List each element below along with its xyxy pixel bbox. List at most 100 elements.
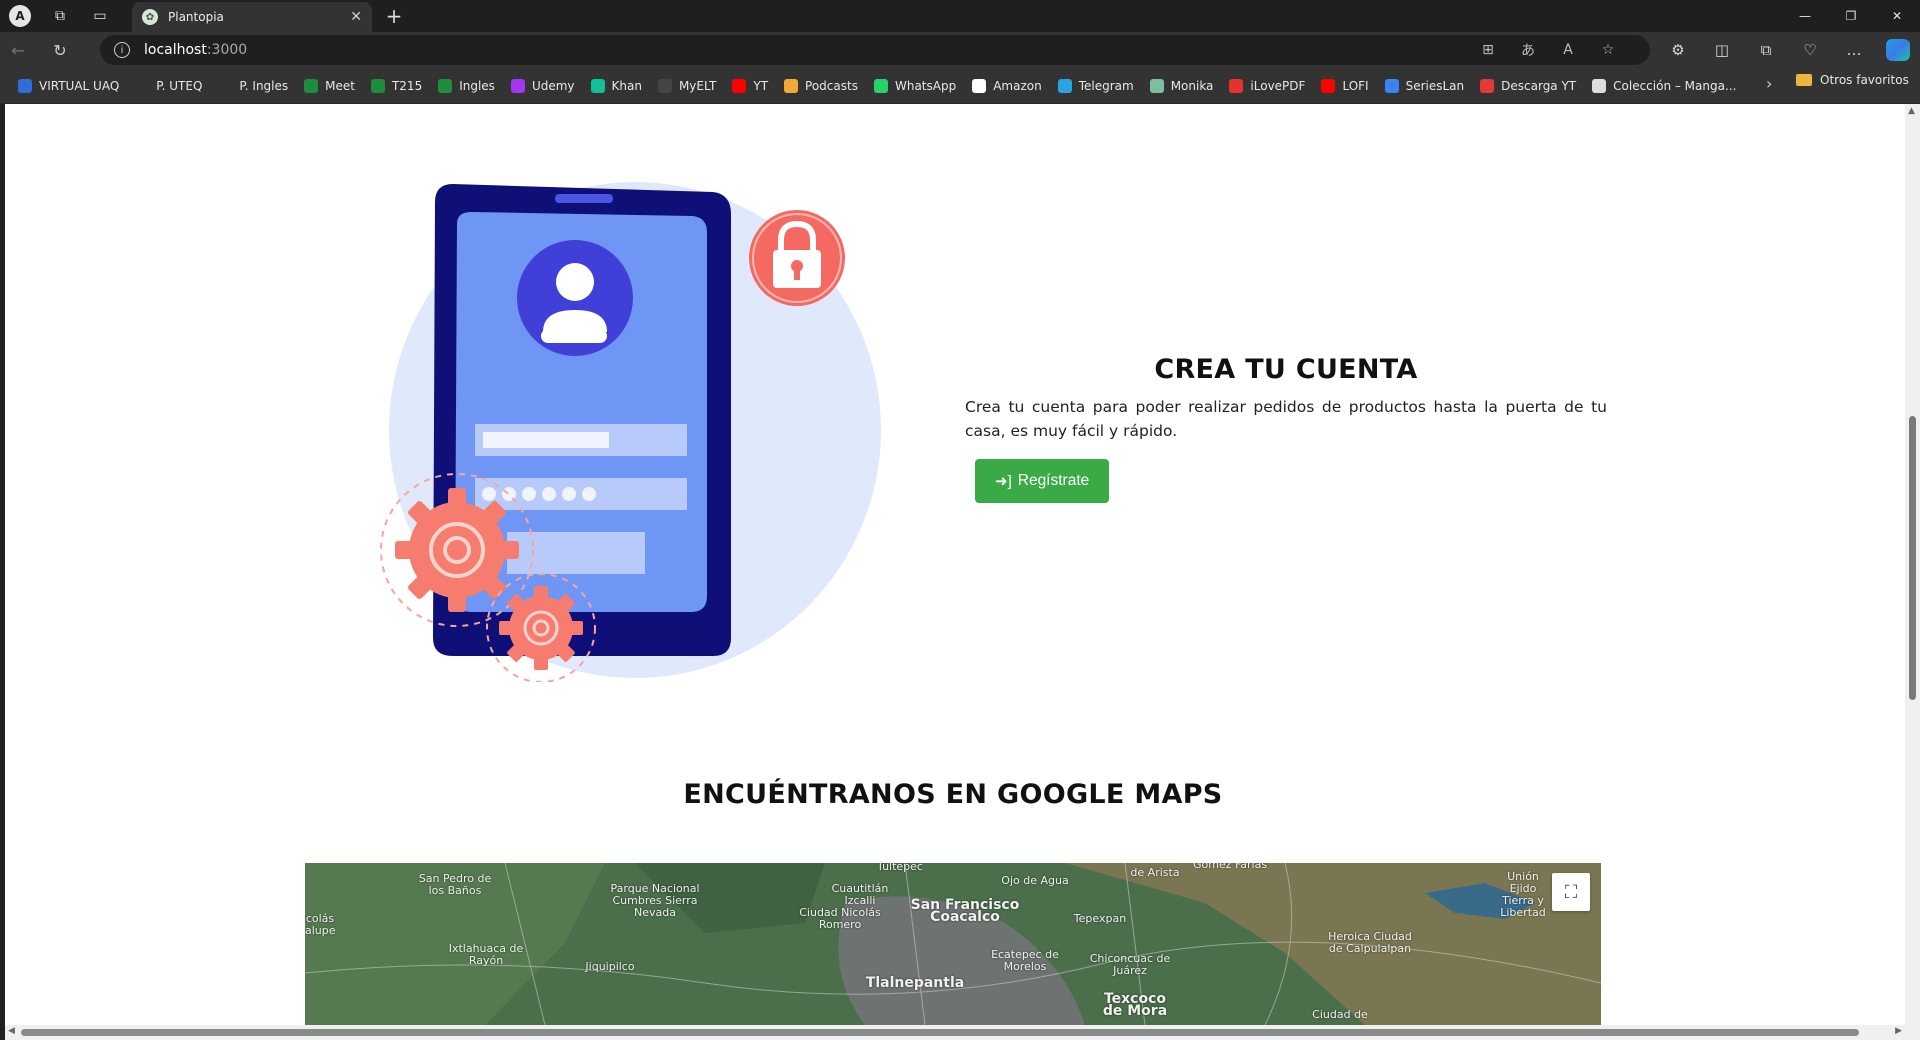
register-button-label: Regístrate: [1017, 472, 1090, 489]
refresh-button[interactable]: ↻: [42, 34, 78, 66]
bookmark-item[interactable]: Podcasts: [776, 73, 866, 99]
bookmark-item[interactable]: Ingles: [430, 73, 503, 99]
map-label: colás alupe: [305, 912, 336, 937]
bookmark-item[interactable]: Khan: [583, 73, 650, 99]
tab-active[interactable]: ✿ Plantopia ✕: [132, 2, 372, 32]
bookmark-label: Monika: [1170, 78, 1214, 93]
bookmark-item[interactable]: MyELT: [650, 73, 724, 99]
google-map-embed[interactable]: San Pedro de los Baños Parque Nacional C…: [305, 863, 1601, 1025]
more-menu-icon[interactable]: …: [1832, 41, 1876, 59]
workspaces-icon[interactable]: ⧉: [40, 0, 80, 32]
map-label: Tultepec: [877, 863, 923, 873]
bookmark-label: YT: [753, 78, 769, 93]
classroom-icon: [370, 78, 385, 93]
profile-button[interactable]: A: [0, 0, 40, 32]
khan-icon: [590, 78, 605, 93]
bookmark-item[interactable]: P. Ingles: [210, 73, 296, 99]
vertical-scroll-thumb[interactable]: [1909, 416, 1916, 700]
page-icon: [218, 78, 233, 93]
bookmark-label: Telegram: [1078, 78, 1134, 93]
bookmark-item[interactable]: Meet: [296, 73, 363, 99]
apps-icon[interactable]: ⊞: [1468, 42, 1508, 58]
bookmark-label: Udemy: [531, 78, 575, 93]
udemy-icon: [510, 78, 525, 93]
bookmark-item[interactable]: LOFI: [1313, 73, 1376, 99]
classroom-icon: [438, 78, 453, 93]
map-label: Heroica Ciudad de Calpulalpan: [1328, 930, 1412, 955]
create-account-section: CREA TU CUENTA Crea tu cuenta para poder…: [965, 354, 1607, 503]
new-tab-button[interactable]: +: [378, 0, 410, 32]
bookmark-item[interactable]: Monika: [1142, 73, 1222, 99]
map-label: Ojo de Agua: [1001, 874, 1069, 887]
bookmark-label: P. UTEQ: [156, 78, 203, 93]
youtube-icon: [732, 78, 747, 93]
bookmark-item[interactable]: iLovePDF: [1221, 73, 1313, 99]
amazon-icon: [972, 78, 987, 93]
bookmark-label: Amazon: [993, 78, 1042, 93]
bookmarks-overflow-chevron-icon[interactable]: ›: [1766, 74, 1772, 93]
scroll-left-icon[interactable]: ◀: [8, 1026, 15, 1036]
uaq-icon: [18, 78, 32, 93]
favorite-star-icon[interactable]: ☆: [1588, 42, 1628, 58]
close-tab-icon[interactable]: ✕: [350, 9, 362, 25]
page-icon: [135, 78, 150, 93]
bookmark-item[interactable]: YT: [724, 73, 776, 99]
bookmark-label: Khan: [611, 78, 642, 93]
other-favorites-folder[interactable]: Otros favoritos: [1796, 73, 1909, 87]
maps-section-title: ENCUÉNTRANOS EN GOOGLE MAPS: [683, 779, 1223, 810]
bookmark-label: P. Ingles: [239, 78, 289, 93]
register-button[interactable]: ➜] Regístrate: [975, 459, 1110, 503]
map-label: Chiconcuac de Juárez: [1089, 952, 1171, 977]
back-button[interactable]: ←: [0, 34, 36, 66]
bookmark-label: Meet: [325, 78, 355, 93]
bookmark-item[interactable]: T215: [363, 73, 430, 99]
restore-button[interactable]: ❐: [1828, 0, 1874, 32]
map-label: Unión Ejido Tierra y Libertad: [1500, 870, 1546, 919]
map-label: Cuautitlán Izcalli: [831, 882, 889, 907]
bookmark-item[interactable]: VIRTUAL UAQ: [10, 73, 127, 99]
fullscreen-icon: ⛶: [1564, 881, 1578, 903]
scrollbar-corner: [1905, 1025, 1920, 1040]
profile-icon: A: [9, 5, 31, 27]
read-aloud-icon[interactable]: A: [1548, 42, 1588, 58]
scroll-up-icon[interactable]: ▲: [1908, 106, 1915, 116]
title-bar: A ⧉ ▭ ✿ Plantopia ✕ + — ❐ ✕: [0, 0, 1920, 32]
performance-icon[interactable]: ♡: [1788, 41, 1832, 59]
horizontal-scroll-thumb[interactable]: [21, 1029, 1859, 1036]
site-info-icon[interactable]: i: [114, 42, 130, 58]
address-bar[interactable]: i localhost:3000 ⊞ あ A ☆: [100, 35, 1650, 65]
bookmark-item[interactable]: Descarga YT: [1472, 73, 1584, 99]
extensions-icon[interactable]: ⚙: [1656, 41, 1700, 59]
minimize-button[interactable]: —: [1782, 0, 1828, 32]
copilot-icon[interactable]: [1886, 39, 1910, 61]
folder-icon: [1796, 74, 1812, 86]
other-favorites-label: Otros favoritos: [1820, 73, 1909, 87]
tab-actions-icon[interactable]: ▭: [80, 0, 120, 32]
bookmark-item[interactable]: Colección – Manga...: [1584, 73, 1744, 99]
bookmark-label: Ingles: [459, 78, 495, 93]
collections-icon[interactable]: ⧉: [1744, 41, 1788, 59]
bookmark-item[interactable]: P. UTEQ: [127, 73, 210, 99]
map-fullscreen-button[interactable]: ⛶: [1552, 873, 1590, 911]
bookmark-item[interactable]: Amazon: [964, 73, 1050, 99]
bookmark-item[interactable]: SeriesLan: [1377, 73, 1473, 99]
close-window-button[interactable]: ✕: [1874, 0, 1920, 32]
vertical-scrollbar[interactable]: ▲: [1905, 104, 1920, 1025]
bookmark-label: VIRTUAL UAQ: [39, 78, 120, 93]
meet-icon: [304, 78, 319, 93]
ilovepdf-icon: [1229, 78, 1244, 93]
split-screen-icon[interactable]: ◫: [1700, 41, 1744, 59]
map-label: Ecatepec de Morelos: [991, 948, 1059, 973]
map-label: Ixtlahuaca de Rayón: [448, 942, 524, 967]
tab-title: Plantopia: [168, 10, 224, 24]
map-label: San Francisco Coacalco: [910, 897, 1020, 925]
download-icon: [1480, 78, 1495, 93]
bookmark-item[interactable]: WhatsApp: [866, 73, 964, 99]
scroll-right-icon[interactable]: ▶: [1895, 1026, 1902, 1036]
create-account-title: CREA TU CUENTA: [1154, 354, 1418, 385]
horizontal-scrollbar[interactable]: ◀ ▶: [5, 1025, 1905, 1040]
bookmark-item[interactable]: Telegram: [1050, 73, 1142, 99]
map-label: Texcoco de Mora: [1102, 991, 1168, 1019]
translate-icon[interactable]: あ: [1508, 40, 1548, 60]
bookmark-item[interactable]: Udemy: [503, 73, 583, 99]
